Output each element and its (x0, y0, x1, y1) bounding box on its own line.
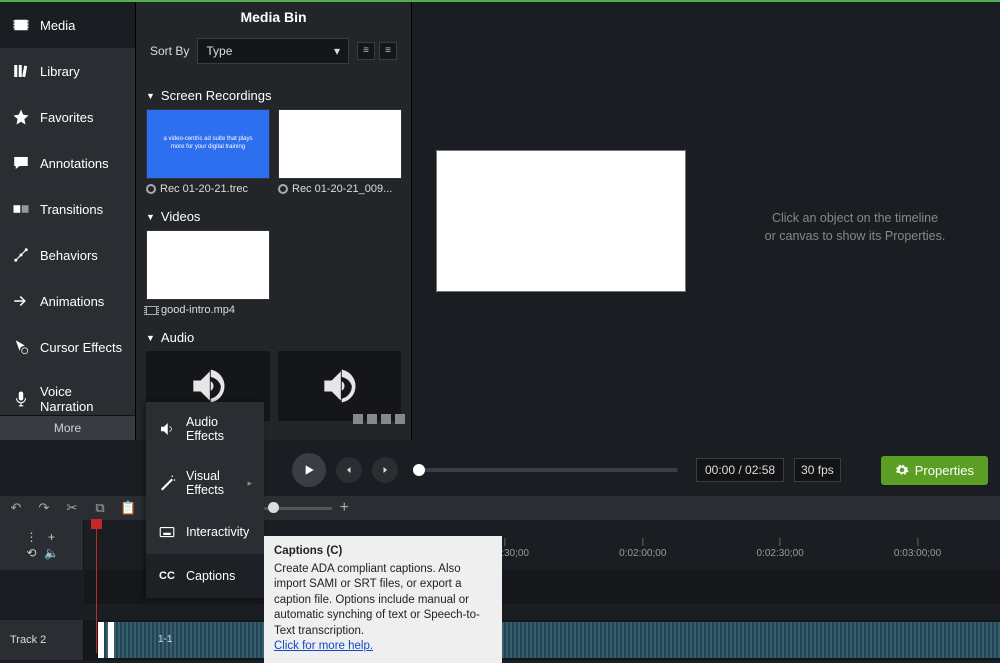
captions-icon: CC (158, 567, 176, 585)
media-bin-panel: Media Bin Sort By Type ▾ ≡ ≡ ▼Screen Rec… (136, 2, 412, 440)
playhead[interactable] (96, 520, 97, 653)
submenu-interactivity[interactable]: Interactivity (146, 510, 264, 554)
playback-bar: 00:00 / 02:58 30 fps Properties (264, 448, 1000, 492)
animations-icon (12, 292, 30, 310)
sort-asc-button[interactable]: ≡ (357, 42, 375, 60)
track-mute-button[interactable]: 🔈 (45, 546, 59, 560)
media-bin-title: Media Bin (136, 2, 411, 32)
sort-desc-button[interactable]: ≡ (379, 42, 397, 60)
paste-button[interactable]: 📋 (120, 500, 136, 516)
clip-label: 1-1 (158, 634, 172, 645)
sidebar-item-media[interactable]: Media (0, 2, 135, 48)
media-item[interactable]: a video-centric ad suite that plays more… (146, 109, 270, 195)
recording-icon (278, 184, 288, 194)
submenu-audio-effects[interactable]: Audio Effects (146, 402, 264, 456)
sidebar-label: Animations (40, 294, 104, 309)
submenu-captions[interactable]: CC Captions (146, 554, 264, 598)
copy-button[interactable]: ⧉ (92, 500, 108, 516)
thumbnail (146, 230, 270, 300)
left-sidebar: Media Library Favorites Annotations Tran… (0, 2, 136, 440)
sidebar-item-animations[interactable]: Animations (0, 278, 135, 324)
preview-canvas[interactable] (436, 150, 686, 292)
triangle-down-icon: ▼ (146, 333, 155, 343)
triangle-down-icon: ▼ (146, 212, 155, 222)
triangle-down-icon: ▼ (146, 91, 155, 101)
annotations-icon (12, 154, 30, 172)
sidebar-item-behaviors[interactable]: Behaviors (0, 232, 135, 278)
section-audio[interactable]: ▼Audio (146, 330, 401, 345)
prev-frame-button[interactable] (336, 457, 362, 483)
chevron-right-icon: ▸ (247, 478, 252, 489)
cursor-icon (12, 338, 30, 356)
media-item[interactable]: Rec 01-20-21_009... (278, 109, 402, 195)
media-bin-view-buttons[interactable] (353, 414, 405, 424)
submenu-visual-effects[interactable]: Visual Effects▸ (146, 456, 264, 510)
microphone-icon (12, 390, 30, 408)
captions-tooltip: Captions (C) Create ADA compliant captio… (264, 536, 502, 663)
play-button[interactable] (292, 453, 326, 487)
sort-by-label: Sort By (150, 44, 189, 58)
sidebar-label: Annotations (40, 156, 109, 171)
sidebar-label: Transitions (40, 202, 103, 217)
zoom-knob[interactable] (268, 502, 279, 513)
sidebar-item-transitions[interactable]: Transitions (0, 186, 135, 232)
properties-hint: Click an object on the timeline or canva… (720, 210, 990, 245)
section-videos[interactable]: ▼Videos (146, 209, 401, 224)
sidebar-more-button[interactable]: More (0, 415, 135, 440)
media-icon (12, 16, 30, 34)
track-menu-button[interactable]: ⋮ (25, 530, 39, 544)
zoom-in-button[interactable]: + (340, 499, 349, 517)
gear-icon (895, 463, 909, 477)
properties-button[interactable]: Properties (881, 456, 988, 485)
wand-icon (158, 474, 176, 492)
transitions-icon (12, 200, 30, 218)
zoom-slider[interactable] (262, 507, 332, 510)
sort-by-value: Type (206, 44, 232, 58)
playback-time: 00:00 / 02:58 (696, 458, 784, 482)
sidebar-label: Cursor Effects (40, 340, 122, 355)
track-header-2[interactable]: Track 2 (0, 620, 84, 660)
speaker-icon (158, 420, 176, 438)
tooltip-body: Create ADA compliant captions. Also impo… (274, 562, 492, 640)
track-lock-button[interactable]: ⟲ (25, 546, 39, 560)
media-item[interactable] (278, 351, 402, 421)
sidebar-label: Favorites (40, 110, 93, 125)
playback-scrubber[interactable] (416, 468, 678, 472)
chevron-down-icon: ▾ (334, 44, 340, 58)
track-lane-2[interactable]: 1-1 (84, 620, 1000, 660)
fps-display[interactable]: 30 fps (794, 458, 841, 482)
sidebar-label: Media (40, 18, 75, 33)
sidebar-item-cursor-effects[interactable]: Cursor Effects (0, 324, 135, 370)
interactivity-icon (158, 523, 176, 541)
sort-by-select[interactable]: Type ▾ (197, 38, 349, 64)
media-item[interactable]: good-intro.mp4 (146, 230, 270, 316)
thumbnail (278, 109, 402, 179)
scrubber-knob[interactable] (413, 464, 425, 476)
redo-button[interactable]: ↷ (36, 500, 52, 516)
sidebar-item-library[interactable]: Library (0, 48, 135, 94)
sort-row: Sort By Type ▾ ≡ ≡ (136, 32, 411, 70)
sidebar-item-annotations[interactable]: Annotations (0, 140, 135, 186)
track-controls: ⋮ + ⟲ 🔈 (0, 520, 84, 570)
behaviors-icon (12, 246, 30, 264)
sidebar-label: Library (40, 64, 80, 79)
cut-button[interactable]: ✂ (64, 500, 80, 516)
sidebar-label: Voice Narration (40, 384, 123, 414)
next-frame-button[interactable] (372, 457, 398, 483)
sidebar-item-favorites[interactable]: Favorites (0, 94, 135, 140)
more-submenu: Audio Effects Visual Effects▸ Interactiv… (146, 402, 264, 598)
section-screen-recordings[interactable]: ▼Screen Recordings (146, 88, 401, 103)
star-icon (12, 108, 30, 126)
undo-button[interactable]: ↶ (8, 500, 24, 516)
tooltip-title: Captions (C) (274, 544, 492, 560)
library-icon (12, 62, 30, 80)
tooltip-help-link[interactable]: Click for more help. (274, 640, 373, 652)
recording-icon (146, 184, 156, 194)
add-track-button[interactable]: + (45, 530, 59, 544)
canvas-area: Click an object on the timeline or canva… (412, 2, 1000, 440)
film-icon (146, 306, 157, 315)
thumbnail: a video-centric ad suite that plays more… (146, 109, 270, 179)
sidebar-label: Behaviors (40, 248, 98, 263)
